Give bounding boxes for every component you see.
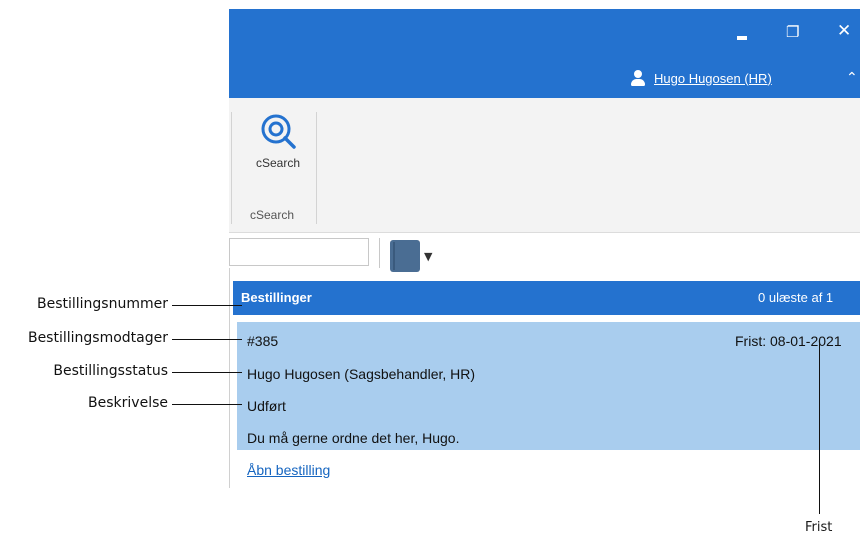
panel-border [229, 268, 230, 488]
order-recipient: Hugo Hugosen (Sagsbehandler, HR) [247, 366, 476, 382]
annotation-line [172, 339, 242, 340]
annotation-line [172, 404, 242, 405]
csearch-button-label: cSearch [255, 156, 301, 170]
annotation-line [172, 305, 242, 306]
close-button[interactable]: ✕ [837, 23, 851, 40]
collapse-ribbon-icon[interactable]: ⌃ [846, 70, 858, 86]
order-description: Du må gerne ordne det her, Hugo. [247, 430, 460, 446]
annotation-deadline: Frist [805, 520, 833, 535]
csearch-icon [261, 114, 296, 149]
order-deadline: Frist: 08-01-2021 [735, 333, 842, 349]
search-input[interactable] [229, 238, 369, 266]
open-order-link[interactable]: Åbn bestilling [247, 462, 330, 478]
ribbon-separator [316, 112, 317, 224]
annotation-line [172, 372, 242, 373]
annotation-description: Beskrivelse [88, 395, 168, 411]
annotation-number: Bestillingsnummer [36, 296, 168, 312]
restore-button[interactable]: ❐ [786, 25, 799, 40]
orders-popup-title: Bestillinger [241, 290, 312, 305]
current-user[interactable]: Hugo Hugosen (HR) [630, 70, 772, 86]
minimize-button[interactable] [737, 36, 747, 40]
order-status: Udført [247, 398, 286, 414]
orders-dropdown-button[interactable]: ▼ [390, 238, 444, 274]
order-number: #385 [247, 333, 279, 349]
annotation-line-deadline [819, 342, 820, 514]
ribbon [229, 98, 860, 233]
annotation-status: Bestillingsstatus [53, 363, 168, 379]
toolbar-separator [379, 238, 380, 268]
book-icon [390, 240, 420, 272]
chevron-down-icon: ▼ [424, 249, 433, 263]
csearch-button[interactable]: cSearch [243, 112, 313, 182]
annotation-recipient: Bestillingsmodtager [27, 330, 168, 346]
user-icon [630, 70, 646, 86]
ribbon-separator [231, 112, 232, 224]
ribbon-group-label: cSearch [250, 208, 295, 222]
user-name-link[interactable]: Hugo Hugosen (HR) [654, 71, 772, 86]
unread-count: 0 ulæste af 1 [758, 290, 834, 305]
